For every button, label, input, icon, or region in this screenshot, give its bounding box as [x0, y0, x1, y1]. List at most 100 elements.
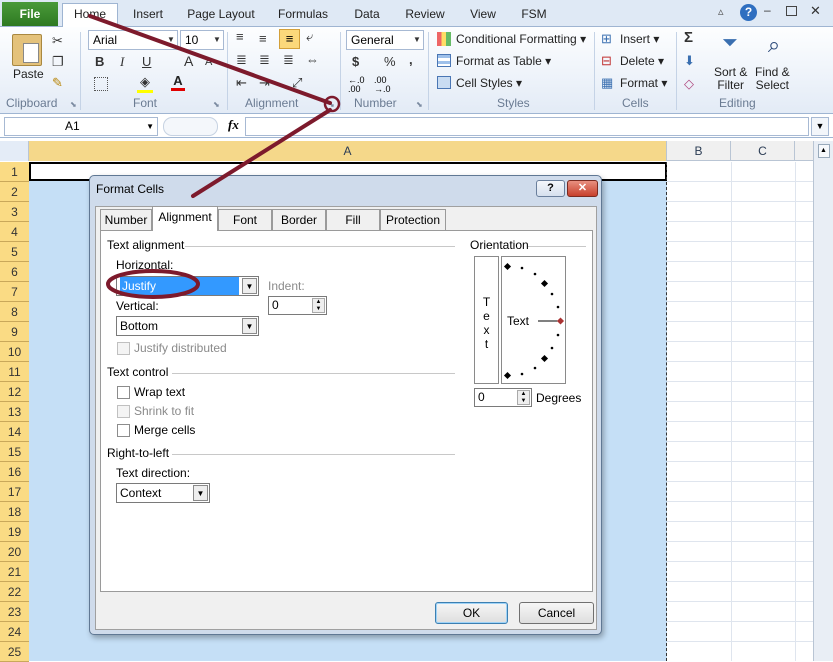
tab-data[interactable]: Data: [342, 4, 392, 27]
cancel-button[interactable]: Cancel: [519, 602, 594, 624]
font-color-button[interactable]: A: [171, 73, 185, 91]
tab-review[interactable]: Review: [396, 4, 454, 27]
tab-home[interactable]: Home: [62, 3, 118, 27]
shrink-font-button[interactable]: A: [205, 56, 212, 68]
vertical-scrollbar[interactable]: ▲: [813, 141, 833, 661]
align-right-icon[interactable]: ≣: [283, 52, 294, 68]
format-painter-icon[interactable]: ✎: [52, 75, 63, 91]
delete-cells-button[interactable]: Delete ▾: [620, 54, 664, 68]
window-close-icon[interactable]: ✕: [810, 3, 821, 19]
tab-font[interactable]: Font: [218, 209, 272, 230]
minimize-ribbon-icon[interactable]: ▵: [718, 5, 724, 18]
format-cells-button[interactable]: Format ▾: [620, 76, 667, 90]
tab-page-layout[interactable]: Page Layout: [178, 4, 264, 27]
row-header[interactable]: 20: [0, 542, 29, 562]
file-tab[interactable]: File: [2, 2, 58, 26]
decrease-decimal-button[interactable]: .00 →.0: [374, 76, 400, 94]
tab-view[interactable]: View: [458, 4, 508, 27]
paste-icon[interactable]: [12, 34, 42, 66]
tab-border[interactable]: Border: [272, 209, 326, 230]
fill-icon[interactable]: ⬇: [684, 53, 695, 69]
justify-distributed-checkbox[interactable]: [117, 342, 130, 355]
merge-center-icon[interactable]: ⇔: [306, 52, 319, 67]
row-header[interactable]: 17: [0, 482, 29, 502]
grow-font-button[interactable]: A: [184, 53, 193, 69]
borders-icon[interactable]: [94, 77, 108, 91]
number-launcher-icon[interactable]: ⬊: [416, 100, 423, 109]
increase-indent-icon[interactable]: ⇥: [259, 75, 270, 91]
row-header[interactable]: 1: [0, 162, 29, 182]
row-header[interactable]: 19: [0, 522, 29, 542]
bottom-align-icon[interactable]: ≡: [279, 29, 300, 49]
copy-icon[interactable]: ❐: [52, 54, 64, 70]
row-header[interactable]: 6: [0, 262, 29, 282]
vertical-text-box[interactable]: T e x t: [474, 256, 499, 384]
column-header[interactable]: B: [667, 141, 731, 161]
row-header[interactable]: 2: [0, 182, 29, 202]
merge-cells-checkbox[interactable]: [117, 424, 130, 437]
middle-align-icon[interactable]: ≡: [259, 31, 267, 46]
row-header[interactable]: 15: [0, 442, 29, 462]
font-launcher-icon[interactable]: ⬊: [213, 100, 220, 109]
tab-insert[interactable]: Insert: [122, 4, 174, 27]
comma-button[interactable]: ,: [409, 52, 413, 67]
dialog-close-button[interactable]: ✕: [567, 180, 598, 197]
row-header[interactable]: 16: [0, 462, 29, 482]
find-select-button[interactable]: Find & Select: [755, 66, 790, 92]
sort-filter-button[interactable]: Sort & Filter: [714, 66, 747, 92]
tab-alignment[interactable]: Alignment: [152, 206, 218, 231]
shrink-to-fit-checkbox[interactable]: [117, 405, 130, 418]
row-header[interactable]: 23: [0, 602, 29, 622]
select-all-corner[interactable]: [0, 141, 29, 161]
window-restore-icon[interactable]: [786, 6, 797, 16]
cell-area-right[interactable]: [667, 162, 813, 661]
top-align-icon[interactable]: ≡: [236, 29, 244, 44]
fill-color-icon[interactable]: ◈: [137, 74, 153, 93]
insert-cells-button[interactable]: Insert ▾: [620, 32, 659, 46]
clear-icon[interactable]: ◇: [684, 76, 694, 92]
column-header[interactable]: A: [29, 141, 667, 161]
percent-button[interactable]: %: [384, 54, 396, 69]
horizontal-select[interactable]: Justify ▼: [116, 276, 259, 296]
name-box[interactable]: A1 ▼: [4, 117, 158, 136]
cut-icon[interactable]: ✂: [52, 33, 63, 49]
align-center-icon[interactable]: ≣: [259, 52, 270, 68]
bold-button[interactable]: B: [95, 54, 104, 69]
underline-button[interactable]: U: [142, 54, 151, 69]
dialog-help-button[interactable]: ?: [536, 180, 565, 197]
window-minimize-icon[interactable]: –: [764, 3, 771, 17]
cell-styles-button[interactable]: Cell Styles ▾: [456, 76, 522, 90]
orientation-dial[interactable]: Text: [501, 256, 566, 384]
row-header[interactable]: 11: [0, 362, 29, 382]
vertical-select[interactable]: Bottom ▼: [116, 316, 259, 336]
row-header[interactable]: 5: [0, 242, 29, 262]
row-header[interactable]: 9: [0, 322, 29, 342]
increase-decimal-button[interactable]: ←.0 .00: [348, 76, 374, 94]
clipboard-launcher-icon[interactable]: ⬊: [70, 100, 77, 109]
tab-fill[interactable]: Fill: [326, 209, 380, 230]
row-header[interactable]: 25: [0, 642, 29, 662]
row-header[interactable]: 13: [0, 402, 29, 422]
row-header[interactable]: 14: [0, 422, 29, 442]
row-header[interactable]: 8: [0, 302, 29, 322]
row-header[interactable]: 4: [0, 222, 29, 242]
autosum-button[interactable]: Σ: [684, 29, 693, 46]
indent-spinner[interactable]: 0 ▲ ▼: [268, 296, 327, 315]
tab-formulas[interactable]: Formulas: [268, 4, 338, 27]
wrap-text-icon[interactable]: ⤶: [306, 29, 313, 45]
currency-button[interactable]: $: [352, 54, 359, 69]
alignment-launcher-icon[interactable]: ⬊: [328, 100, 335, 109]
row-header[interactable]: 24: [0, 622, 29, 642]
row-header[interactable]: 18: [0, 502, 29, 522]
formula-bar-splitter[interactable]: [163, 117, 218, 136]
tab-number[interactable]: Number: [100, 209, 152, 230]
row-header[interactable]: 22: [0, 582, 29, 602]
insert-function-button[interactable]: fx: [228, 117, 239, 133]
tab-fsm[interactable]: FSM: [512, 4, 556, 27]
row-header[interactable]: 10: [0, 342, 29, 362]
degrees-spinner[interactable]: 0 ▲ ▼: [474, 388, 532, 407]
decrease-indent-icon[interactable]: ⇤: [236, 75, 247, 91]
italic-button[interactable]: I: [120, 54, 124, 70]
font-size-combo[interactable]: 10 ▼: [180, 30, 224, 50]
number-format-combo[interactable]: General ▼: [346, 30, 424, 50]
